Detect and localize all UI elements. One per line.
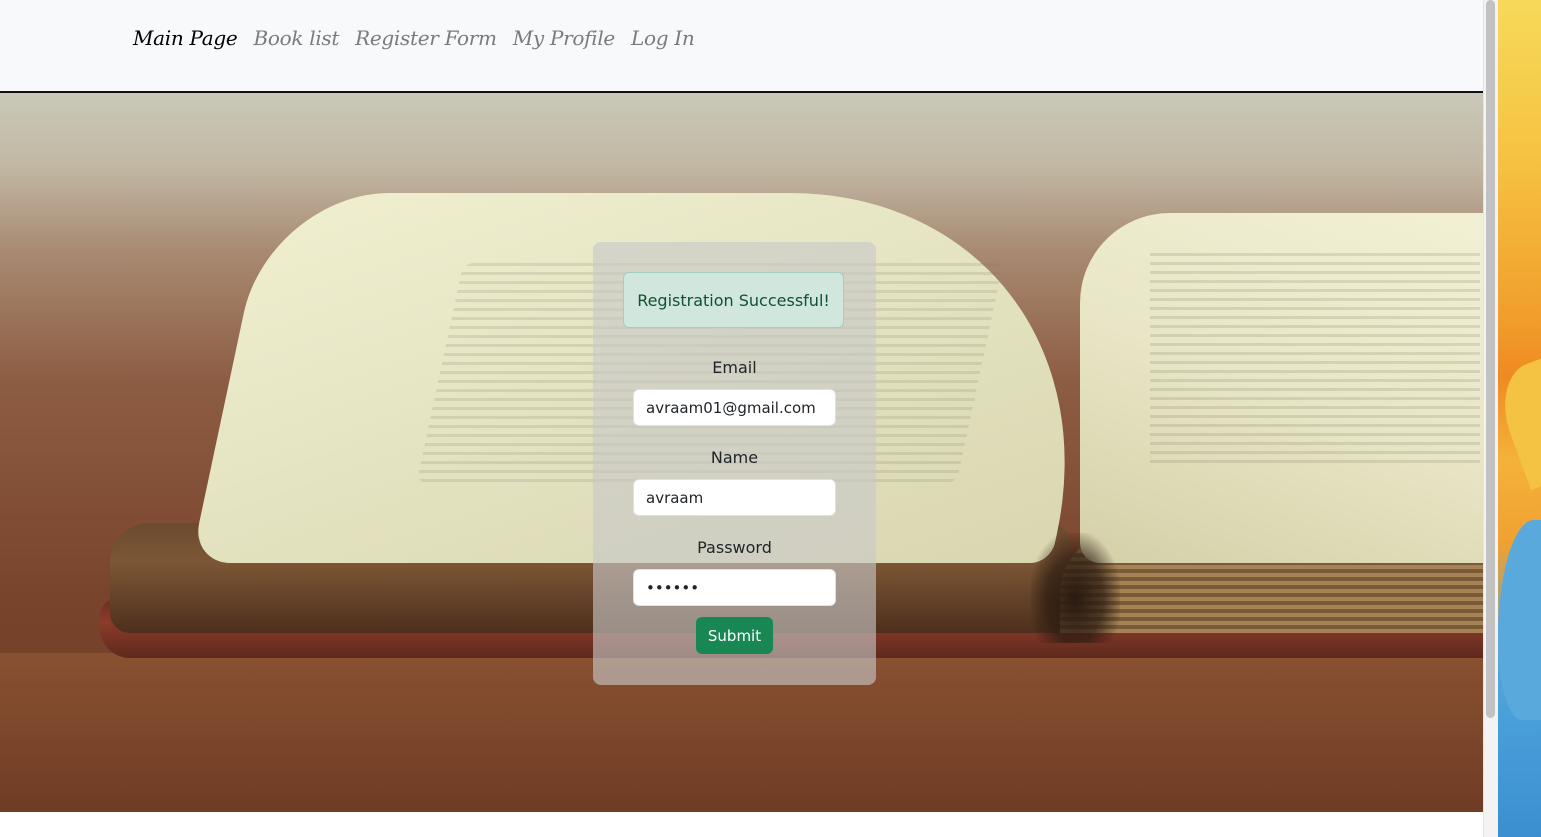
- browser-viewport: Main Page Book list Register Form My Pro…: [0, 0, 1483, 837]
- navbar: Main Page Book list Register Form My Pro…: [0, 0, 1483, 93]
- book-gutter-shadow: [1030, 533, 1120, 643]
- desktop-wallpaper: [1498, 0, 1541, 837]
- book-right-text: [1150, 253, 1480, 463]
- nav-main-page[interactable]: Main Page: [133, 26, 238, 50]
- email-field[interactable]: [633, 389, 836, 426]
- wallpaper-wave: [1498, 349, 1541, 491]
- password-field[interactable]: [633, 569, 836, 606]
- success-alert: Registration Successful!: [623, 272, 844, 328]
- nav-log-in[interactable]: Log In: [631, 26, 695, 50]
- email-label: Email: [712, 358, 757, 377]
- wallpaper-wave-blue: [1498, 520, 1541, 720]
- nav-links: Main Page Book list Register Form My Pro…: [133, 26, 695, 50]
- register-form-card: Registration Successful! Email Name Pass…: [593, 242, 876, 685]
- nav-my-profile[interactable]: My Profile: [513, 26, 616, 50]
- password-label: Password: [697, 538, 772, 557]
- nav-register-form[interactable]: Register Form: [355, 26, 497, 50]
- name-field[interactable]: [633, 479, 836, 516]
- submit-button[interactable]: Submit: [696, 617, 773, 654]
- nav-book-list[interactable]: Book list: [253, 26, 339, 50]
- scrollbar-thumb[interactable]: [1486, 0, 1495, 718]
- page-bottom-area: [0, 812, 1483, 837]
- name-label: Name: [710, 448, 759, 467]
